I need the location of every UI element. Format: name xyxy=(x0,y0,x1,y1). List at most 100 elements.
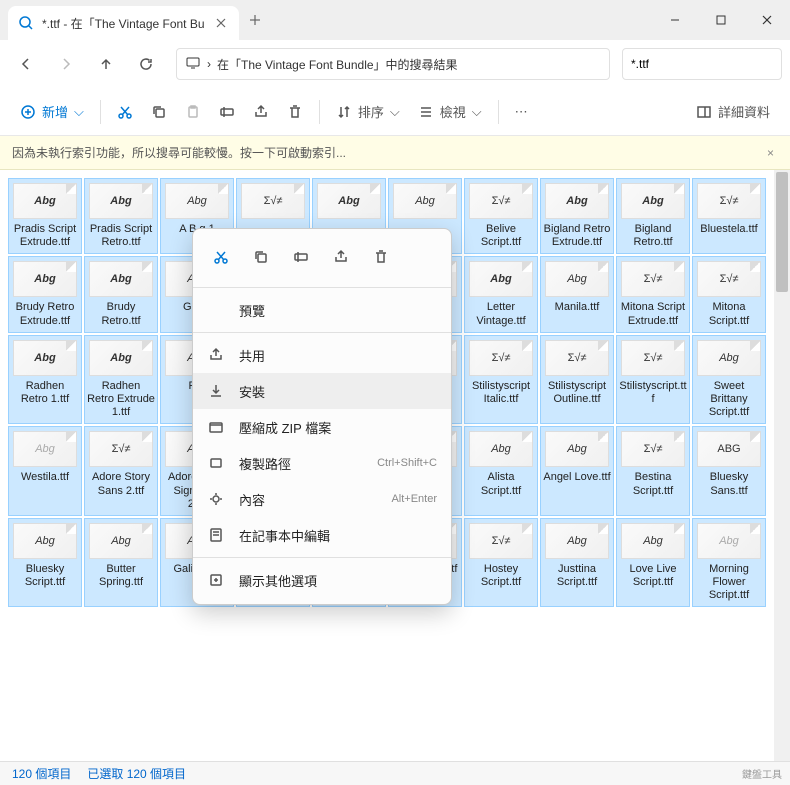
file-item[interactable]: AbgBluesky Script.ttf xyxy=(8,518,82,608)
scrollbar-thumb[interactable] xyxy=(776,172,788,292)
ctx-share-button[interactable] xyxy=(323,239,359,275)
file-item[interactable]: Σ√≠Mitona Script Extrude.ttf xyxy=(616,256,690,332)
new-label: 新增 xyxy=(42,102,68,121)
file-thumbnail: Σ√≠ xyxy=(469,183,533,219)
close-window-button[interactable] xyxy=(744,0,790,40)
file-thumbnail: Abg xyxy=(13,523,77,559)
file-item[interactable]: Σ√≠Belive Script.ttf xyxy=(464,178,538,254)
file-item[interactable]: AbgButter Spring.ttf xyxy=(84,518,158,608)
file-label: Hostey Script.ttf xyxy=(467,563,535,589)
ctx-more-options[interactable]: 顯示其他選項 xyxy=(193,562,451,598)
file-thumbnail: Abg xyxy=(469,431,533,467)
file-thumbnail: Σ√≠ xyxy=(621,431,685,467)
file-item[interactable]: AbgPradis Script Retro.ttf xyxy=(84,178,158,254)
file-item[interactable]: Σ√≠Hostey Script.ttf xyxy=(464,518,538,608)
file-thumbnail: Σ√≠ xyxy=(89,431,153,467)
file-item[interactable]: AbgJusttina Script.ttf xyxy=(540,518,614,608)
tab-close-button[interactable] xyxy=(213,15,229,31)
back-button[interactable] xyxy=(8,46,44,82)
ctx-preview[interactable]: 預覽 xyxy=(193,292,451,328)
navbar: › 在「The Vintage Font Bundle」中的搜尋結果 xyxy=(0,40,790,88)
view-label: 檢視 xyxy=(440,102,466,121)
file-item[interactable]: AbgBrudy Retro Extrude.ttf xyxy=(8,256,82,332)
install-icon xyxy=(207,382,225,400)
file-item[interactable]: AbgManila.ttf xyxy=(540,256,614,332)
sort-button[interactable]: 排序 ⌵ xyxy=(328,96,408,128)
forward-button[interactable] xyxy=(48,46,84,82)
file-label: Adore Story Sans 2.ttf xyxy=(87,471,155,497)
file-item[interactable]: AbgRadhen Retro 1.ttf xyxy=(8,335,82,425)
infobar-close-button[interactable]: × xyxy=(763,146,778,160)
file-thumbnail: Abg xyxy=(545,431,609,467)
file-item[interactable]: AbgRadhen Retro Extrude 1.ttf xyxy=(84,335,158,425)
ctx-cut-button[interactable] xyxy=(203,239,239,275)
file-item[interactable]: AbgBigland Retro.ttf xyxy=(616,178,690,254)
details-pane-button[interactable]: 詳細資料 xyxy=(688,96,778,128)
path-icon xyxy=(207,454,225,472)
file-item[interactable]: Σ√≠Stilistyscript.ttf xyxy=(616,335,690,425)
file-item[interactable]: Σ√≠Mitona Script.ttf xyxy=(692,256,766,332)
file-item[interactable]: Σ√≠Bestina Script.ttf xyxy=(616,426,690,516)
file-thumbnail: Abg xyxy=(13,431,77,467)
more-button[interactable]: ⋯ xyxy=(507,96,536,128)
file-item[interactable]: Σ√≠Bluestela.ttf xyxy=(692,178,766,254)
chevron-down-icon: ⌵ xyxy=(390,104,400,120)
paste-button[interactable] xyxy=(177,96,209,128)
ctx-properties[interactable]: 內容 Alt+Enter xyxy=(193,481,451,517)
properties-icon xyxy=(207,490,225,508)
share-button[interactable] xyxy=(245,96,277,128)
ctx-notepad[interactable]: 在記事本中編輯 xyxy=(193,517,451,553)
delete-button[interactable] xyxy=(279,96,311,128)
notepad-icon xyxy=(207,526,225,544)
file-item[interactable]: AbgWestila.ttf xyxy=(8,426,82,516)
file-thumbnail: Abg xyxy=(393,183,457,219)
info-bar[interactable]: 因為未執行索引功能，所以搜尋可能較慢。按一下可啟動索引... × xyxy=(0,136,790,170)
view-button[interactable]: 檢視 ⌵ xyxy=(410,96,490,128)
ctx-zip[interactable]: 壓縮成 ZIP 檔案 xyxy=(193,409,451,445)
file-item[interactable]: AbgLetter Vintage.ttf xyxy=(464,256,538,332)
file-item[interactable]: AbgMorning Flower Script.ttf xyxy=(692,518,766,608)
file-thumbnail: Abg xyxy=(621,523,685,559)
file-item[interactable]: AbgBigland Retro Extrude.ttf xyxy=(540,178,614,254)
cut-button[interactable] xyxy=(109,96,141,128)
ctx-copy-button[interactable] xyxy=(243,239,279,275)
file-label: Alista Script.ttf xyxy=(467,471,535,497)
titlebar: *.ttf - 在「The Vintage Font Bu xyxy=(0,0,790,40)
file-thumbnail: Σ√≠ xyxy=(241,183,305,219)
maximize-button[interactable] xyxy=(698,0,744,40)
file-label: Radhen Retro Extrude 1.ttf xyxy=(87,380,155,420)
file-item[interactable]: AbgBrudy Retro.ttf xyxy=(84,256,158,332)
file-item[interactable]: Σ√≠Stilistyscript Outline.ttf xyxy=(540,335,614,425)
up-button[interactable] xyxy=(88,46,124,82)
new-button[interactable]: 新增 ⌵ xyxy=(12,96,92,128)
file-item[interactable]: Σ√≠Stilistyscript Italic.ttf xyxy=(464,335,538,425)
ctx-copy-path[interactable]: 複製路徑 Ctrl+Shift+C xyxy=(193,445,451,481)
scrollbar[interactable] xyxy=(774,170,790,761)
file-item[interactable]: Σ√≠ Adore Story Sans 2.ttf xyxy=(84,426,158,516)
file-item[interactable]: AbgAngel Love.ttf xyxy=(540,426,614,516)
refresh-button[interactable] xyxy=(128,46,164,82)
file-item[interactable]: ABGBluesky Sans.ttf xyxy=(692,426,766,516)
ctx-delete-button[interactable] xyxy=(363,239,399,275)
file-label: Justtina Script.ttf xyxy=(543,563,611,589)
file-thumbnail: Σ√≠ xyxy=(469,340,533,376)
search-input[interactable] xyxy=(622,48,782,80)
minimize-button[interactable] xyxy=(652,0,698,40)
file-label: Mitona Script.ttf xyxy=(695,301,763,327)
file-item[interactable]: AbgPradis Script Extrude.ttf xyxy=(8,178,82,254)
copy-button[interactable] xyxy=(143,96,175,128)
file-thumbnail: Abg xyxy=(697,340,761,376)
ctx-share-item[interactable]: 共用 xyxy=(193,337,451,373)
breadcrumb[interactable]: › 在「The Vintage Font Bundle」中的搜尋結果 xyxy=(176,48,610,80)
file-thumbnail: ABG xyxy=(697,431,761,467)
ctx-install[interactable]: 安裝 xyxy=(193,373,451,409)
new-tab-button[interactable] xyxy=(239,4,271,36)
rename-button[interactable] xyxy=(211,96,243,128)
ctx-rename-button[interactable] xyxy=(283,239,319,275)
file-item[interactable]: AbgLove Live Script.ttf xyxy=(616,518,690,608)
tab-current[interactable]: *.ttf - 在「The Vintage Font Bu xyxy=(8,6,239,40)
file-item[interactable]: AbgSweet Brittany Script.ttf xyxy=(692,335,766,425)
file-thumbnail: Abg xyxy=(89,261,153,297)
file-item[interactable]: Abg Alista Script.ttf xyxy=(464,426,538,516)
zip-icon xyxy=(207,418,225,436)
